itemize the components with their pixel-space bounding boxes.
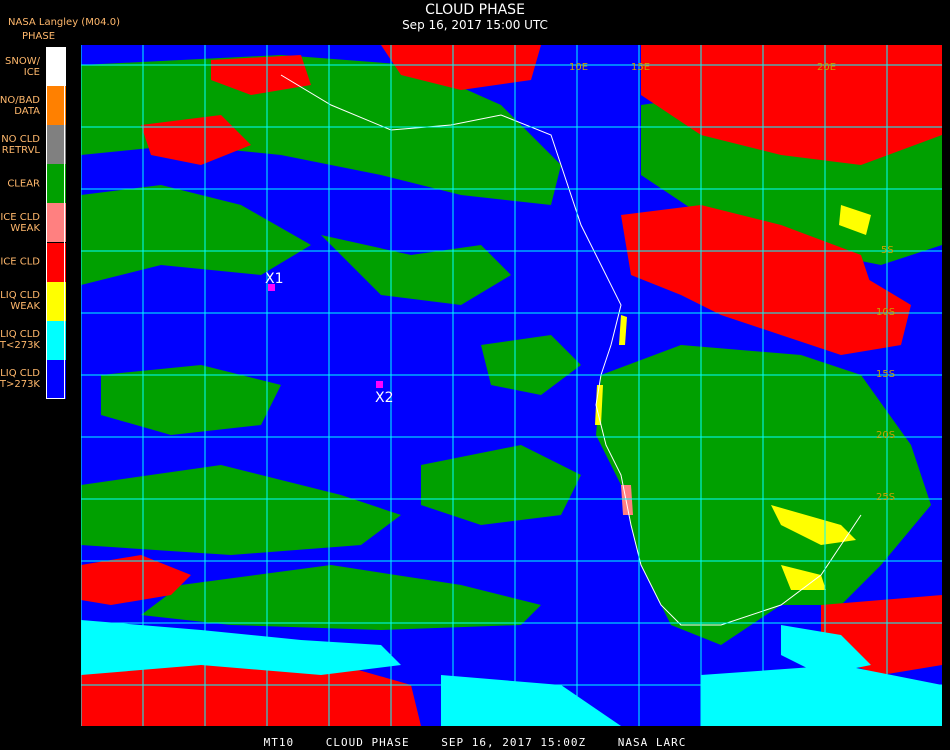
legend-label: ICE CLD WEAK <box>0 211 40 234</box>
grid-label-10e: 10E <box>569 62 588 73</box>
footer-date: SEP 16, 2017 15:00Z <box>441 736 587 749</box>
grid-label-15e: 15E <box>631 62 650 73</box>
legend-label: CLEAR <box>7 178 40 190</box>
marker-x2-dot <box>376 381 383 388</box>
footer: MT10 CLOUD PHASE SEP 16, 2017 15:00Z NAS… <box>0 736 950 749</box>
marker-x1: X1 <box>265 271 284 291</box>
legend-swatch <box>47 86 66 126</box>
ice-weak-regions <box>621 485 633 515</box>
legend-swatch <box>47 164 66 204</box>
grid-label-10s: 10S <box>876 307 895 318</box>
legend-item: ICE CLD <box>0 242 66 282</box>
legend-swatch <box>47 281 66 321</box>
legend-label: ICE CLD <box>0 256 40 268</box>
legend-swatch <box>47 125 66 165</box>
legend-item: NO CLD RETRVL <box>0 125 66 165</box>
legend-swatch <box>47 203 66 243</box>
marker-x2-label: X2 <box>375 390 394 406</box>
map-datetime: Sep 16, 2017 15:00 UTC <box>402 18 548 32</box>
legend-item: LIQ CLD T>273K <box>0 359 66 399</box>
marker-x1-label: X1 <box>265 271 284 287</box>
legend-item: LIQ CLD WEAK <box>0 281 66 321</box>
legend-label: LIQ CLD T<273K <box>0 329 40 352</box>
grid-label-25s: 25S <box>876 492 895 503</box>
legend-label: SNOW/ ICE <box>5 55 40 78</box>
cloud-phase-map: 5S 10S 15S 20S 25S 10E 15E 20E X1 X2 <box>81 45 942 726</box>
footer-name: CLOUD PHASE <box>325 736 410 749</box>
footer-product: MT10 <box>263 736 295 749</box>
legend-label: LIQ CLD T>273K <box>0 368 40 391</box>
grid-label-15s: 15S <box>876 369 895 380</box>
legend-label: NO/BAD DATA <box>0 94 40 117</box>
legend-item: ICE CLD WEAK <box>0 203 66 243</box>
grid-label-20e: 20E <box>817 62 836 73</box>
footer-org: NASA LARC <box>617 736 687 749</box>
legend-label: NO CLD RETRVL <box>1 133 40 156</box>
map-canvas: 5S 10S 15S 20S 25S 10E 15E 20E X1 X2 <box>81 45 942 726</box>
legend-item: SNOW/ ICE <box>0 47 66 86</box>
legend-item: LIQ CLD T<273K <box>0 320 66 360</box>
grid-label-20s: 20S <box>876 430 895 441</box>
legend-swatch <box>47 359 66 399</box>
legend-title: PHASE <box>22 31 56 42</box>
grid-label-5s: 5S <box>881 245 894 256</box>
legend-swatch <box>47 47 66 86</box>
map-title: CLOUD PHASE <box>425 2 525 18</box>
legend-item: CLEAR <box>0 164 66 204</box>
legend-item: NO/BAD DATA <box>0 86 66 126</box>
legend-swatch <box>47 242 66 282</box>
legend-label: LIQ CLD WEAK <box>0 290 40 313</box>
legend-swatch <box>47 320 66 360</box>
